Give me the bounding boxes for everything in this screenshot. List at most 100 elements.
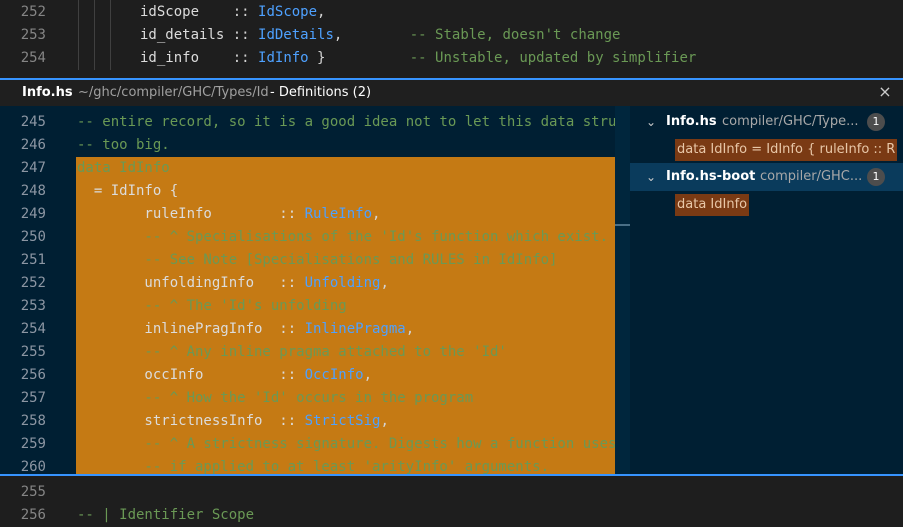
chevron-down-icon[interactable]: ⌄ xyxy=(644,163,658,191)
code-token: :: xyxy=(199,4,259,20)
code-token: IdDetails xyxy=(258,27,334,43)
code-token: -- ^ The 'Id's unfolding xyxy=(77,298,347,314)
code-text[interactable]: unfoldingInfo :: Unfolding, xyxy=(77,272,388,295)
reference-match-row[interactable]: data IdInfo = IdInfo { ruleInfo :: R xyxy=(630,136,903,164)
code-text[interactable]: ruleInfo :: RuleInfo, xyxy=(77,203,380,226)
line-number: 257 xyxy=(20,390,46,406)
line-number: 259 xyxy=(20,436,46,452)
code-token: Unfolding xyxy=(304,275,381,291)
code-token: , xyxy=(405,321,415,337)
code-line: 257 -- ^ How the 'Id' occurs in the prog… xyxy=(0,387,630,410)
code-text[interactable]: -- too big. xyxy=(77,134,170,157)
code-line: 260 -- if applied to at least 'arityInfo… xyxy=(0,456,630,474)
code-token: -- ^ How the 'Id' occurs in the program xyxy=(77,390,474,406)
code-line: 255 xyxy=(0,481,903,504)
code-line: 254 id_info :: IdInfo } -- Unstable, upda… xyxy=(0,47,903,70)
code-line: 250 -- ^ Specialisations of the 'Id's fu… xyxy=(0,226,630,249)
reference-file-group[interactable]: ⌄ Info.hs-boot compiler/GHC... 1 xyxy=(630,163,903,191)
code-text[interactable]: strictnessInfo :: StrictSig, xyxy=(77,410,389,433)
code-text[interactable]: = IdInfo { xyxy=(77,180,178,203)
ruler-mark xyxy=(615,224,630,226)
code-token: -- ^ Any inline pragma attached to the '… xyxy=(77,344,507,360)
code-text[interactable]: -- ^ How the 'Id' occurs in the program xyxy=(77,387,473,410)
code-token: ruleInfo :: xyxy=(77,206,305,222)
code-token: , xyxy=(317,4,326,20)
line-number: 248 xyxy=(20,183,46,199)
code-token: InlinePragma xyxy=(304,321,406,337)
code-token: -- Stable, doesn't change xyxy=(342,27,621,43)
code-line: 248 = IdInfo { xyxy=(0,180,630,203)
code-line: 252 unfoldingInfo :: Unfolding, xyxy=(0,272,630,295)
code-token: IdScope xyxy=(258,4,318,20)
line-number: 256 xyxy=(20,367,46,383)
code-text[interactable]: id_info :: IdInfo } -- Unstable, updated… xyxy=(140,47,696,70)
code-text[interactable]: id_details :: IdDetails, -- Stable, does… xyxy=(140,24,620,47)
code-line: 259 -- ^ A strictness signature. Digests… xyxy=(0,433,630,456)
reference-file-path: compiler/GHC/Type... xyxy=(722,114,859,129)
code-token: id_info xyxy=(140,50,200,66)
code-token: inlinePragInfo :: xyxy=(77,321,305,337)
reference-file-group[interactable]: ⌄ Info.hs compiler/GHC/Type... 1 xyxy=(630,108,903,136)
reference-match: data IdInfo xyxy=(675,194,750,216)
line-number: 246 xyxy=(20,137,46,153)
line-number: 245 xyxy=(20,114,46,130)
code-line: 253 -- ^ The 'Id's unfolding xyxy=(0,295,630,318)
code-line: 256 occInfo :: OccInfo, xyxy=(0,364,630,387)
code-token: RuleInfo xyxy=(304,206,373,222)
line-number: 247 xyxy=(20,160,46,176)
code-token: -- | Identifier Scope xyxy=(77,507,255,523)
chevron-down-icon[interactable]: ⌄ xyxy=(644,108,658,136)
code-token: = IdInfo { xyxy=(77,183,179,199)
code-token: :: xyxy=(224,27,259,43)
line-number: 251 xyxy=(20,252,46,268)
code-text[interactable]: -- ^ A strictness signature. Digests how… xyxy=(77,433,630,456)
reference-match-row[interactable]: data IdInfo xyxy=(630,191,903,219)
code-line: 256 -- | Identifier Scope xyxy=(0,504,903,527)
code-text[interactable]: -- if applied to at least 'arityInfo' ar… xyxy=(77,456,549,474)
code-text[interactable]: -- ^ Any inline pragma attached to the '… xyxy=(77,341,507,364)
code-text[interactable]: occInfo :: OccInfo, xyxy=(77,364,372,387)
line-number: 254 xyxy=(20,321,46,337)
code-text[interactable]: idScope :: IdScope, xyxy=(140,1,325,24)
code-text[interactable]: -- | Identifier Scope xyxy=(77,504,254,527)
code-token: -- ^ A strictness signature. Digests how… xyxy=(77,436,630,452)
code-line: 253 id_details :: IdDetails, -- Stable, d… xyxy=(0,24,903,47)
line-number: 253 xyxy=(20,298,46,314)
code-line: 251 -- See Note [Specialisations and RUL… xyxy=(0,249,630,272)
bottom-editor[interactable]: 255 256 -- | Identifier Scope xyxy=(0,474,903,523)
code-token: occInfo :: xyxy=(77,367,305,383)
reference-count-badge: 1 xyxy=(867,168,885,186)
peek-references-tree: ⌄ Info.hs compiler/GHC/Type... 1 data IdInfo… xyxy=(630,106,903,474)
code-text[interactable]: -- ^ Specialisations of the 'Id's functi… xyxy=(77,226,608,249)
code-text[interactable]: -- entire record, so it is a good idea n… xyxy=(77,111,630,134)
line-number: 249 xyxy=(20,206,46,222)
peek-body: 245 -- entire record, so it is a good ide… xyxy=(0,106,903,474)
line-number: 255 xyxy=(20,344,46,360)
line-number: 254 xyxy=(20,50,46,66)
reference-file-name: Info.hs xyxy=(666,114,717,129)
overview-ruler[interactable] xyxy=(615,106,630,474)
reference-count-badge: 1 xyxy=(867,113,885,131)
line-number: 253 xyxy=(20,27,46,43)
peek-editor[interactable]: 245 -- entire record, so it is a good ide… xyxy=(0,106,630,474)
close-icon[interactable]: × xyxy=(875,82,895,102)
peek-header: Info.hs ~/ghc/compiler/GHC/Types/Id - De… xyxy=(0,78,903,108)
peek-file-name[interactable]: Info.hs xyxy=(22,85,73,100)
line-number: 250 xyxy=(20,229,46,245)
code-line: 252 idScope :: IdScope, xyxy=(0,1,903,24)
code-line: 254 inlinePragInfo :: InlinePragma, xyxy=(0,318,630,341)
code-text[interactable]: inlinePragInfo :: InlinePragma, xyxy=(77,318,414,341)
code-text[interactable]: -- ^ The 'Id's unfolding xyxy=(77,295,347,318)
code-line: 247 data IdInfo xyxy=(0,157,630,180)
code-token: , xyxy=(380,413,389,429)
code-token: strictnessInfo :: xyxy=(77,413,305,429)
code-token: OccInfo xyxy=(304,367,364,383)
code-token: } xyxy=(308,50,326,66)
reference-file-name: Info.hs-boot xyxy=(666,169,756,184)
line-number: 258 xyxy=(20,413,46,429)
top-editor[interactable]: 252 idScope :: IdScope,253 id_details :: I… xyxy=(0,0,903,76)
code-line: 245 -- entire record, so it is a good ide… xyxy=(0,111,630,134)
code-text[interactable]: data IdInfo xyxy=(77,157,170,180)
line-number: 255 xyxy=(20,484,46,500)
code-text[interactable]: -- See Note [Specialisations and RULES i… xyxy=(77,249,557,272)
